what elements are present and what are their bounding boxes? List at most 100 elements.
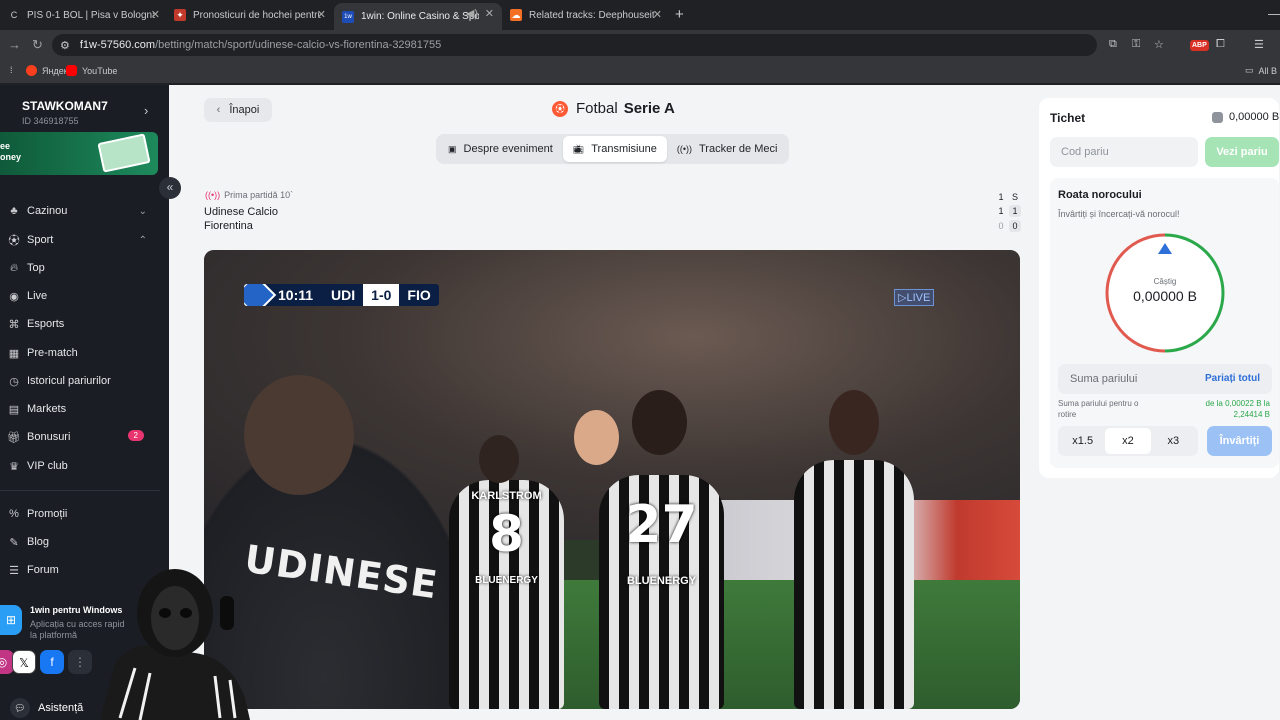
live-stream-player[interactable]: UDINESE KARLSTROM 8 BLUENERGY 27 BLUENER… (204, 250, 1020, 709)
percent-icon: % (9, 508, 19, 520)
sidebar-item-prematch[interactable]: ▦ Pre-match (6, 342, 161, 364)
view-bet-button[interactable]: Vezi pariu (1205, 137, 1279, 167)
tab-title: Pronosticuri de hochei pentru S (193, 9, 321, 21)
sidebar-item-promotii[interactable]: % Promoții (6, 503, 161, 525)
total-header: S (1011, 192, 1018, 202)
sidebar-item-label: VIP club (27, 460, 68, 472)
home-total-score: 1 (1009, 205, 1021, 217)
new-tab-icon[interactable]: + (675, 6, 684, 23)
tab-transmisiune[interactable]: 📺︎ Transmisiune (562, 136, 667, 162)
multiplier-x1-5[interactable]: x1.5 (1060, 428, 1105, 454)
bookmark-youtube[interactable]: YouTube (66, 65, 117, 76)
bet-code-input[interactable] (1050, 137, 1198, 167)
ball-icon: ⚽︎ (8, 235, 20, 247)
coin-icon (1212, 111, 1223, 123)
sidebar-item-vip-club[interactable]: ♛ VIP club (6, 455, 161, 477)
stake-input[interactable]: Suma pariului Pariați totul (1058, 364, 1272, 394)
soundcloud-icon: ☁ (510, 9, 522, 21)
tab-label: Despre eveniment (463, 143, 553, 155)
browser-tab[interactable]: C PIS 0-1 BOL | Pisa v Bologna 02 ✕ (0, 4, 168, 26)
yandex-icon (26, 65, 37, 76)
sidebar-item-markets[interactable]: ▤ Markets (6, 398, 161, 420)
football-icon: ⚽︎ (552, 100, 568, 117)
sidebar-item-top[interactable]: 🔥︎ Top (6, 257, 161, 279)
coach-head (244, 375, 354, 495)
support-label: Asistență (38, 702, 84, 714)
sidebar-item-sport[interactable]: ⚽︎ Sport ⌃ (6, 229, 161, 251)
forum-icon: ☰ (9, 564, 19, 577)
multiplier-x2[interactable]: x2 (1105, 428, 1151, 454)
win-label: Câștig (1153, 277, 1177, 286)
address-toolbar: → ↻ ⚙ f1w-57560.com /betting/match/sport… (0, 30, 1280, 60)
bet-all-button[interactable]: Pariați totul (1205, 373, 1260, 384)
facebook-icon[interactable]: f (40, 650, 64, 674)
browser-tab[interactable]: ✦ Pronosticuri de hochei pentru S ✕ (166, 4, 334, 26)
stake-placeholder: Suma pariului (1070, 373, 1138, 385)
flame-icon: 🔥︎ (9, 261, 19, 274)
sidebar-item-history[interactable]: ◷ Istoricul pariurilor (6, 370, 161, 392)
home-period-score: 1 (998, 206, 1004, 216)
sidebar-divider (0, 490, 160, 491)
url-host: f1w-57560.com (79, 39, 156, 51)
spin-button[interactable]: Învârtiți (1207, 426, 1272, 456)
away-total-score: 0 (1009, 220, 1021, 232)
site-info-icon[interactable]: ⚙ (60, 39, 70, 52)
wheel-title: Roata norocului (1058, 189, 1142, 201)
browser-tab[interactable]: ☁ Related tracks: Deephouseit Ta ✕ (502, 4, 670, 26)
shirt-sponsor: BLUENERGY (475, 575, 538, 586)
cards-icon: ♣ (10, 205, 18, 217)
all-bookmarks[interactable]: ▭ All B (1245, 65, 1277, 76)
reload-icon[interactable]: ↻ (32, 37, 43, 53)
tab-despre-eveniment[interactable]: ▣ Despre eveniment (438, 136, 563, 162)
sport-name: Fotbal (576, 100, 618, 117)
promo-text: ee oney (0, 141, 22, 162)
bookmark-star-icon[interactable]: ☆ (1154, 38, 1164, 51)
url-bar[interactable]: ⚙ f1w-57560.com /betting/match/sport/udi… (52, 34, 1164, 56)
user-name: STAWKOMAN7 (22, 99, 108, 113)
close-icon[interactable]: ✕ (653, 8, 662, 21)
collapse-sidebar-button[interactable]: « (159, 177, 181, 199)
sidebar-item-blog[interactable]: ✎ Blog (6, 531, 161, 553)
promo-banner[interactable]: ee oney (0, 132, 158, 175)
chevron-right-icon[interactable]: › (144, 103, 148, 118)
close-icon[interactable]: ✕ (317, 8, 326, 21)
speaker-icon[interactable]: ◀) (466, 7, 478, 20)
extensions-icon[interactable]: ⧠ (1216, 38, 1225, 51)
sidebar-item-bonusuri[interactable]: 🎁︎ Bonusuri 2 (6, 426, 161, 448)
page-title: ⚽︎ Fotbal Serie A (552, 100, 675, 117)
webcam-overlay (100, 569, 250, 720)
player-karlstrom: KARLSTROM 8 BLUENERGY (449, 480, 564, 709)
league-name: Serie A (623, 100, 675, 117)
user-id: ID 346918755 (22, 116, 79, 126)
live-icon: ((•)) (205, 190, 221, 200)
sidebar-item-esports[interactable]: ⌘ Esports (6, 313, 161, 335)
close-icon[interactable]: ✕ (485, 7, 494, 20)
bonus-count-badge: 2 (127, 430, 144, 441)
bet-ticket-panel: Tichet 0,00000 B Vezi pariu Roata norocu… (1039, 98, 1279, 478)
blog-icon: ✎ (9, 536, 19, 549)
cast-icon[interactable]: ⧉ (1109, 38, 1117, 51)
hockey-icon: ✦ (174, 9, 186, 21)
multiplier-x3[interactable]: x3 (1151, 428, 1196, 454)
reading-list-icon[interactable]: ☰ (1254, 38, 1264, 51)
back-button[interactable]: ‹ Înapoi (204, 98, 272, 122)
calendar-icon: ▦ (8, 347, 20, 360)
live-icon: ◉ (9, 290, 19, 303)
minimize-icon[interactable]: — (1268, 6, 1280, 21)
x-twitter-icon[interactable]: 𝕏 (12, 650, 36, 674)
player-right (794, 460, 914, 709)
bookmarks-apps-icon[interactable]: ⁞ (10, 65, 13, 75)
sidebar-item-live[interactable]: ◉ Live (6, 285, 161, 307)
tab-tracker-de-meci[interactable]: ((•)) Tracker de Meci (667, 136, 788, 162)
sidebar-item-cazinou[interactable]: ♣ Cazinou ⌄ (6, 200, 161, 222)
tracker-icon: ((•)) (676, 144, 692, 154)
sidebar-item-label: Live (27, 290, 48, 302)
player-head (632, 390, 687, 455)
close-icon[interactable]: ✕ (151, 8, 160, 21)
sidebar-item-label: Forum (27, 564, 59, 576)
forward-icon[interactable]: → (8, 37, 21, 52)
key-icon[interactable]: ⚿ (1132, 38, 1140, 51)
adblock-icon[interactable]: ABP (1190, 40, 1209, 51)
browser-tab-active[interactable]: 1w 1win: Online Casino & Spor ◀) ✕ (334, 3, 502, 30)
stake-range: de la 0,00022 B la 2,24414 B (1205, 399, 1271, 419)
